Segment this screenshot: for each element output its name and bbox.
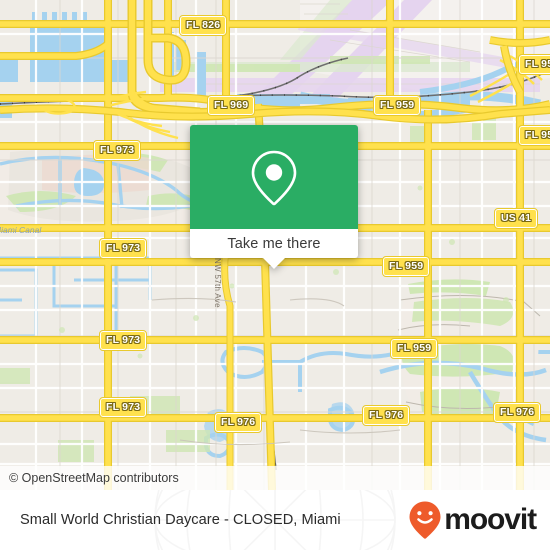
road-shield: FL 973 bbox=[98, 330, 148, 351]
popup-action-area[interactable]: Take me there bbox=[190, 229, 358, 269]
osm-attribution-text: © OpenStreetMap contributors bbox=[9, 471, 179, 485]
road-shield: FL 959 bbox=[389, 338, 439, 359]
moovit-wordmark: moovit bbox=[444, 503, 537, 536]
map-pin-icon bbox=[251, 150, 297, 206]
road-shield: US 41 bbox=[493, 208, 539, 229]
road-shield: FL 969 bbox=[206, 95, 256, 116]
moovit-brand-logo[interactable]: moovit bbox=[408, 500, 537, 540]
road-shield: FL 976 bbox=[492, 402, 542, 423]
road-shield: FL 95 bbox=[517, 54, 550, 75]
road-shield: FL 973 bbox=[98, 238, 148, 259]
road-shield: FL 959 bbox=[372, 95, 422, 116]
road-shield: FL 959 bbox=[381, 256, 431, 277]
popup-icon-area bbox=[190, 125, 358, 229]
road-shield: FL 826 bbox=[178, 15, 228, 36]
osm-attribution[interactable]: © OpenStreetMap contributors bbox=[0, 466, 550, 490]
water-label-miami-canal: Miami Canal bbox=[0, 225, 42, 235]
road-shield: FL 95 bbox=[517, 125, 550, 146]
map-canvas[interactable]: FL 826 FL 969 FL 959 FL 95 FL 95 FL 973 … bbox=[0, 0, 550, 490]
street-label-nw-57th-ave: NW 57th Ave bbox=[213, 258, 222, 308]
road-shield: FL 976 bbox=[361, 405, 411, 426]
popup-pointer bbox=[263, 258, 285, 269]
road-shield: FL 976 bbox=[213, 412, 263, 433]
moovit-map-screenshot: FL 826 FL 969 FL 959 FL 95 FL 95 FL 973 … bbox=[0, 0, 550, 550]
location-popup[interactable]: Take me there bbox=[190, 125, 358, 269]
road-shield: FL 973 bbox=[98, 397, 148, 418]
road-shield: FL 973 bbox=[92, 140, 142, 161]
moovit-smiling-pin-icon bbox=[409, 501, 441, 539]
take-me-there-label: Take me there bbox=[227, 235, 321, 252]
footer-bar: Small World Christian Daycare - CLOSED, … bbox=[0, 490, 550, 550]
place-title: Small World Christian Daycare - CLOSED, … bbox=[20, 512, 341, 528]
